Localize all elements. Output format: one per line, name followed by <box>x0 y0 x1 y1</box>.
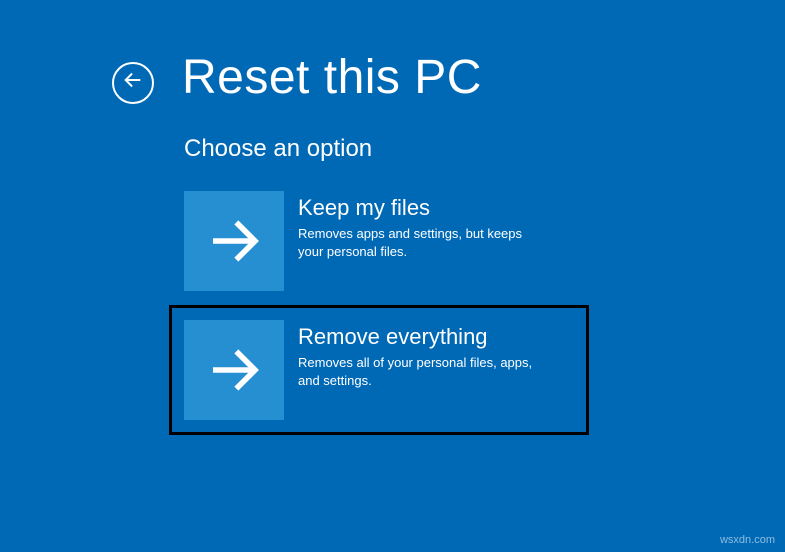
arrow-right-icon <box>184 191 284 291</box>
page-title: Reset this PC <box>182 50 482 105</box>
option-title: Remove everything <box>298 324 538 350</box>
arrow-right-icon <box>184 320 284 420</box>
arrow-left-icon <box>122 69 144 96</box>
subtitle: Choose an option <box>184 135 785 163</box>
option-remove-everything[interactable]: Remove everything Removes all of your pe… <box>184 320 554 420</box>
options-list: Keep my files Removes apps and settings,… <box>184 191 785 435</box>
option-title: Keep my files <box>298 195 538 221</box>
back-button[interactable] <box>112 62 154 104</box>
highlight-annotation: Remove everything Removes all of your pe… <box>169 305 589 435</box>
option-description: Removes all of your personal files, apps… <box>298 354 538 389</box>
watermark: wsxdn.com <box>720 534 775 546</box>
option-keep-my-files[interactable]: Keep my files Removes apps and settings,… <box>184 191 554 291</box>
option-description: Removes apps and settings, but keeps you… <box>298 225 538 260</box>
